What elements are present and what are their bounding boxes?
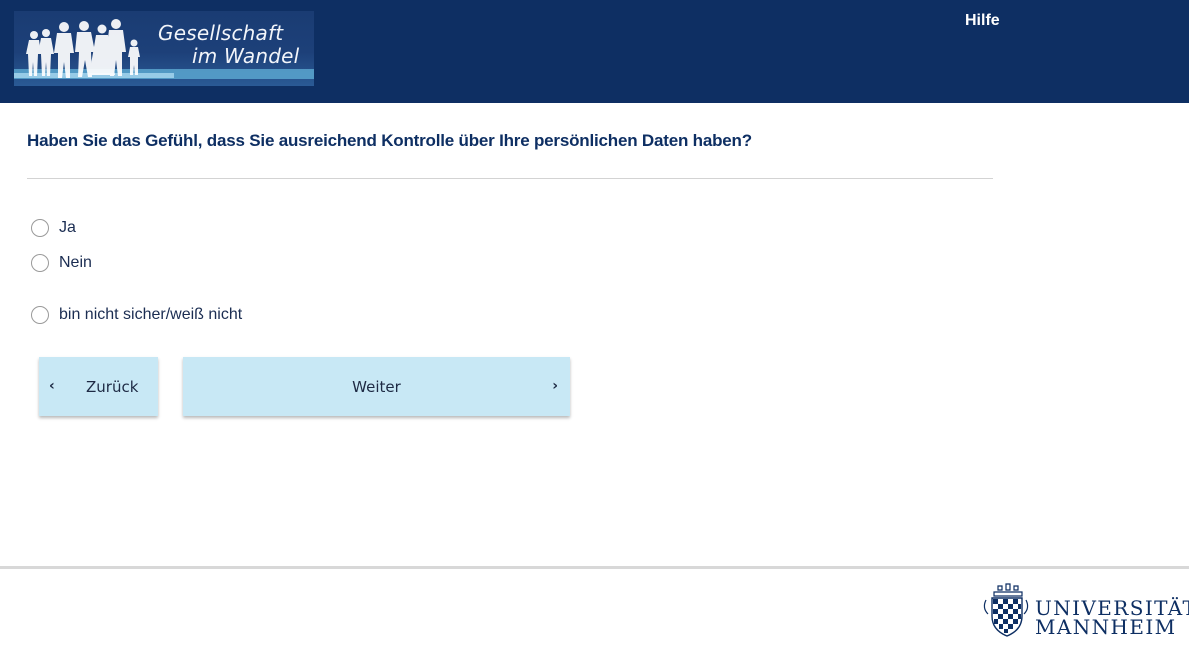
university-crest-icon [983, 583, 1029, 637]
universitaet-mannheim-logo: UNIVERSITÄT MANNHEIM [980, 582, 1189, 640]
page-header: Gesellschaft im Wandel Hilfe [0, 0, 1189, 103]
answer-option-unsure[interactable]: bin nicht sicher/weiß nicht [31, 304, 242, 326]
question-text: Haben Sie das Gefühl, dass Sie ausreiche… [27, 131, 752, 150]
answer-option-nein[interactable]: Nein [31, 252, 92, 274]
question-divider [27, 178, 993, 179]
logo-title-line1: Gesellschaft [158, 21, 284, 45]
back-button-label: Zurück [86, 378, 139, 396]
university-name-line2: MANNHEIM [1035, 615, 1177, 639]
help-link[interactable]: Hilfe [965, 12, 1000, 30]
answer-option-label: Ja [59, 219, 76, 236]
next-button[interactable]: Weiter › [183, 357, 570, 416]
next-button-label: Weiter [352, 378, 401, 396]
gesellschaft-im-wandel-logo: Gesellschaft im Wandel [14, 11, 314, 86]
footer-divider [0, 566, 1189, 569]
chevron-left-icon: ‹ [49, 378, 55, 394]
radio-button[interactable] [31, 306, 49, 324]
answer-option-label: Nein [59, 254, 92, 271]
back-button[interactable]: ‹ Zurück [39, 357, 158, 416]
radio-button[interactable] [31, 219, 49, 237]
radio-button[interactable] [31, 254, 49, 272]
logo-title-line2: im Wandel [192, 44, 300, 68]
answer-option-label: bin nicht sicher/weiß nicht [59, 306, 243, 323]
answer-option-ja[interactable]: Ja [31, 217, 76, 239]
chevron-right-icon: › [552, 378, 558, 394]
